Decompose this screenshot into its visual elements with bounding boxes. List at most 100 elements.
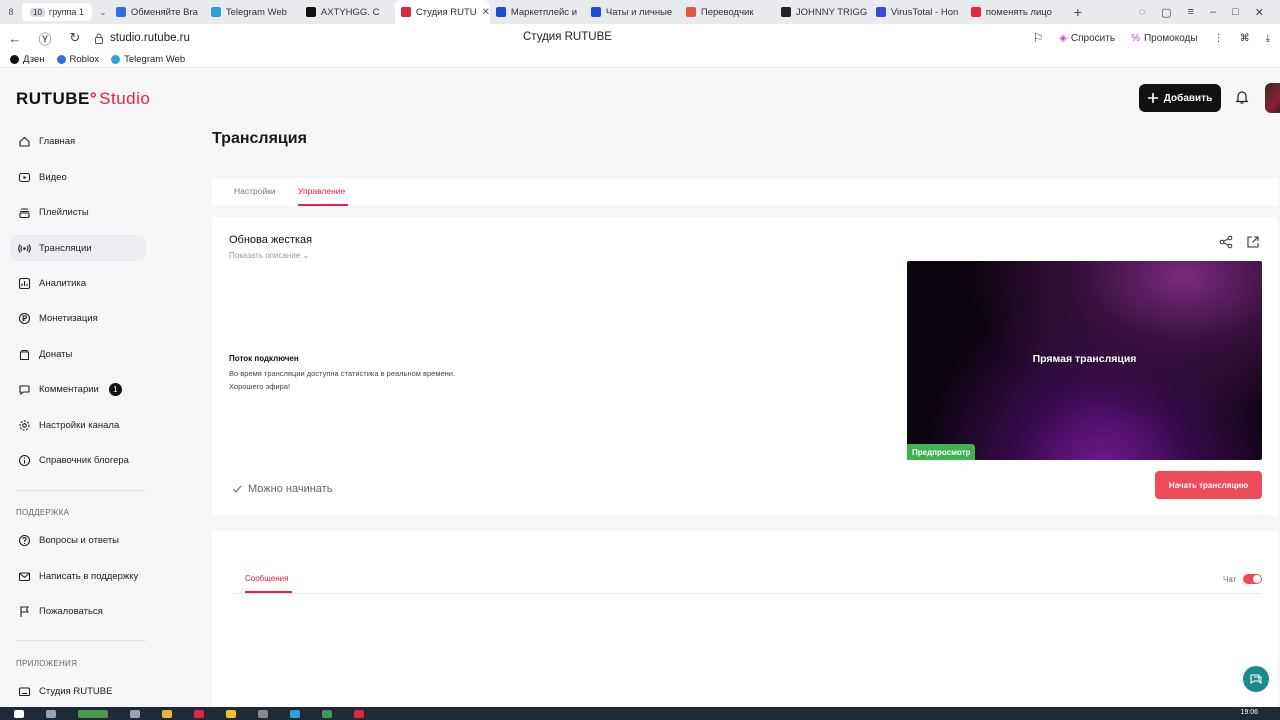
taskview-icon[interactable] — [130, 709, 140, 718]
telegram-icon[interactable] — [290, 709, 300, 718]
new-tab-button[interactable]: + — [1068, 4, 1088, 20]
chevron-down-icon[interactable]: ⌄ — [96, 7, 110, 18]
yandex-home-icon[interactable]: Ⓨ — [30, 29, 60, 48]
browser-tabs: Обменяйте Bra Telegram Web AXTYHGG. C Студи… — [110, 0, 1060, 24]
app-icon[interactable] — [354, 709, 364, 718]
start-stream-button[interactable]: Начать трансляцию — [1155, 471, 1262, 499]
sidebar-item[interactable]: Монетизация — [10, 305, 146, 331]
back-icon[interactable]: ← — [0, 31, 30, 46]
sidebar-item[interactable]: Написать в поддержку — [10, 563, 146, 589]
tab-count[interactable]: 8 — [0, 7, 22, 17]
sidebar-section-heading: ПОДДЕРЖКА — [16, 508, 70, 517]
app-icon[interactable] — [78, 709, 108, 718]
support-chat-button[interactable] — [1243, 666, 1269, 692]
sidebar-item[interactable]: Вопросы и ответы — [10, 527, 146, 553]
sidebar-item[interactable]: Плейлисты — [10, 199, 146, 225]
browser-tab[interactable]: Telegram Web — [205, 0, 300, 24]
minimize-icon[interactable]: – — [1210, 6, 1216, 18]
ask-icon: ◈ — [1059, 32, 1067, 44]
extensions-icon[interactable]: ⌘ — [1240, 33, 1250, 44]
comment-icon — [19, 384, 30, 395]
tab-settings[interactable]: Настройки — [234, 186, 276, 196]
browser-tab[interactable]: Маркетплейс и — [490, 0, 585, 24]
search-icon[interactable] — [46, 709, 56, 718]
share-icon[interactable] — [1219, 235, 1233, 249]
show-description-label: Показать описание — [229, 251, 301, 260]
close-tab-icon[interactable]: ✕ — [482, 7, 490, 18]
ready-label: Можно начинать — [248, 483, 333, 495]
bookmark-item[interactable]: Telegram Web — [111, 54, 185, 65]
app-icon[interactable] — [258, 709, 268, 718]
playlist-icon — [19, 207, 30, 218]
sidebar-item[interactable]: Студия RUTUBE — [10, 678, 146, 704]
bell-icon[interactable] — [1234, 89, 1250, 105]
add-button[interactable]: Добавить — [1139, 84, 1221, 112]
explorer-icon[interactable] — [162, 709, 172, 718]
sidebar-item[interactable]: Видео — [10, 164, 146, 190]
sidebar-item[interactable]: Аналитика — [10, 270, 146, 296]
rutube-studio-logo[interactable]: RUTUBE° Studio — [16, 89, 150, 109]
bookmark-item[interactable]: Дзен — [10, 54, 45, 65]
logo-main: RUTUBE — [16, 89, 90, 108]
keyboard-icon — [18, 686, 31, 696]
chat-bubble-icon — [1250, 674, 1262, 685]
tab-management[interactable]: Управление — [298, 186, 345, 196]
browser-tab[interactable]: Переводчик — [680, 0, 775, 24]
preview-badge: Предпросмотр — [907, 444, 976, 460]
stream-status-text: Во время трансляции доступна статистика … — [229, 368, 455, 393]
browser-tab[interactable]: Студия RUTU ✕ — [394, 0, 490, 24]
plus-icon — [1147, 93, 1158, 103]
sidebar-item-label: Плейлисты — [39, 206, 89, 218]
browser-tab[interactable]: Чаты и личные — [585, 0, 680, 24]
address-bar: ← Ⓨ ↻ studio.rutube.ru Студия RUTUBE ⚐ ◈… — [0, 24, 1280, 52]
browser-tab[interactable]: JOHNNY TRIGG — [775, 0, 870, 24]
browser-tab[interactable]: AXTYHGG. C — [300, 0, 395, 24]
app-icon[interactable] — [226, 709, 236, 718]
sidebar-item[interactable]: Комментарии 1 — [10, 376, 146, 402]
profile-icon[interactable]: ◌ — [1139, 6, 1146, 18]
sidebar-item[interactable]: Трансляции — [10, 235, 146, 261]
start-icon[interactable] — [14, 709, 24, 718]
bookmarks-bar: Дзен Roblox Telegram Web — [0, 52, 1280, 68]
promo-button[interactable]: % Промокоды — [1131, 33, 1198, 44]
browser-tab-title: JOHNNY TRIGG — [795, 6, 868, 18]
tab-group-chip[interactable]: 10 группа 1 — [22, 3, 92, 21]
ask-label: Спросить — [1070, 32, 1116, 44]
sidebar-item[interactable]: Донаты — [10, 341, 146, 367]
download-icon[interactable]: ⤓ — [1266, 33, 1270, 44]
browser-tab[interactable]: VirusTotal - Hon — [870, 0, 965, 24]
browser-tab[interactable]: Обменяйте Bra — [110, 0, 205, 24]
stream-preview[interactable]: Прямая трансляция Предпросмотр — [907, 261, 1262, 460]
browser-tab-title: Обменяйте Bra — [130, 6, 198, 18]
browser-tab[interactable]: поменять лицо — [965, 0, 1060, 24]
yandex-browser-icon[interactable] — [194, 709, 204, 718]
show-description-toggle[interactable]: Показать описание ⌄ — [229, 251, 309, 260]
tab-messages[interactable]: Сообщения — [245, 574, 288, 583]
home-icon — [19, 136, 30, 147]
bookmark-item[interactable]: Roblox — [56, 54, 99, 65]
more-icon[interactable]: ⋮ — [1214, 33, 1224, 44]
virustotal-icon — [875, 7, 886, 17]
close-window-icon[interactable]: ✕ — [1255, 6, 1264, 19]
collections-icon[interactable]: ▢ — [1161, 6, 1171, 19]
chat-toggle-label: Чат — [1223, 575, 1237, 584]
sidebar-section-heading: ПРИЛОЖЕНИЯ — [16, 659, 78, 668]
url-field[interactable]: studio.rutube.ru — [94, 32, 190, 44]
menu-icon[interactable]: ≡ — [1188, 6, 1194, 18]
sidebar-item[interactable]: Главная — [10, 128, 146, 154]
tab-favicon — [495, 7, 506, 17]
sidebar-item[interactable]: Пожаловаться — [10, 598, 146, 624]
ready-status: Можно начинать — [232, 483, 332, 495]
sidebar-item[interactable]: Справочник блогера — [10, 447, 146, 473]
maximize-icon[interactable]: □ — [1232, 6, 1239, 18]
open-external-icon[interactable] — [1246, 235, 1260, 249]
ask-button[interactable]: ◈ Спросить — [1059, 33, 1115, 44]
sidebar-item[interactable]: Настройки канала — [10, 412, 146, 438]
reload-icon[interactable]: ↻ — [60, 30, 90, 46]
bookmark-icon[interactable]: ⚐ — [1032, 31, 1043, 45]
app-icon[interactable] — [322, 709, 332, 718]
stream-status-title: Поток подключен — [229, 354, 299, 363]
lock-icon — [95, 33, 103, 44]
avatar[interactable] — [1265, 83, 1280, 113]
chat-toggle[interactable] — [1243, 574, 1262, 584]
